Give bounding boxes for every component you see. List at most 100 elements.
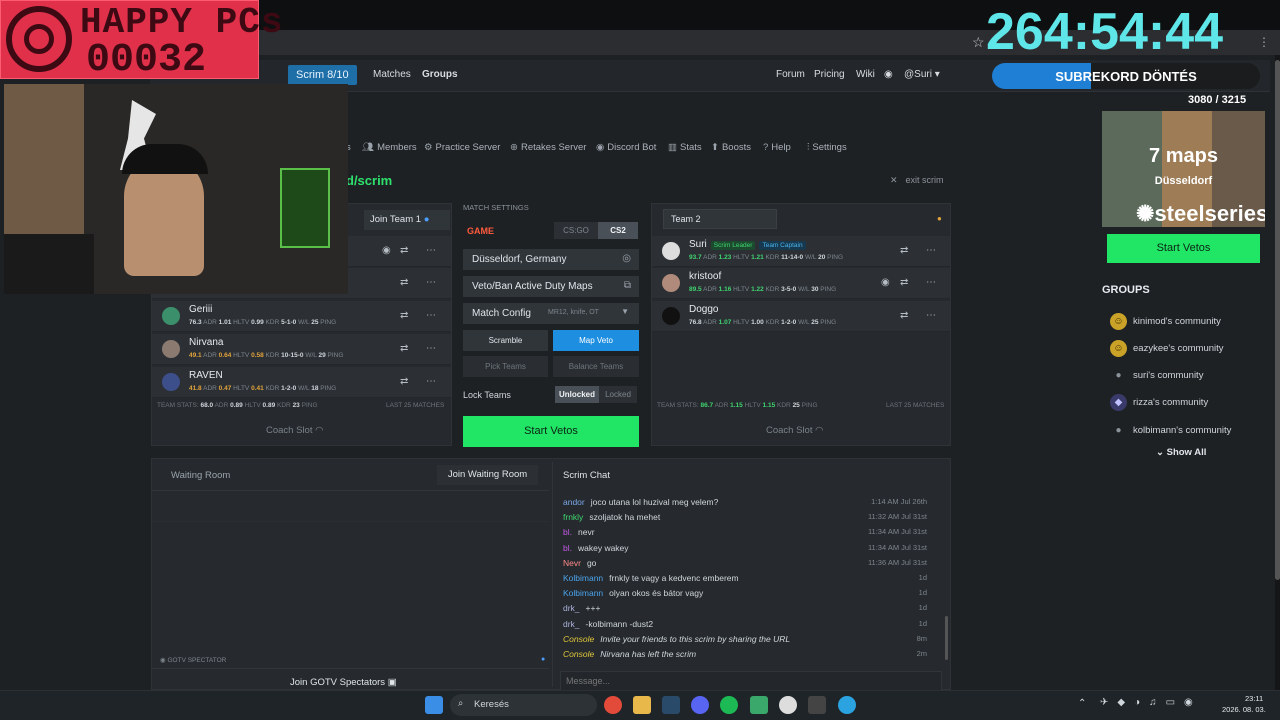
chat-username[interactable]: Nevr	[563, 558, 581, 568]
nav-pricing-link[interactable]: Pricing	[814, 69, 845, 80]
join-gotv-button[interactable]: Join GOTV Spectators ▣	[290, 677, 397, 688]
swap-icon[interactable]: ⇄	[400, 343, 408, 354]
spotify-icon[interactable]	[720, 696, 738, 714]
more-icon[interactable]: ⋯	[426, 310, 436, 321]
subnav-stats[interactable]: ▥ Stats	[668, 142, 702, 153]
chat-username[interactable]: andor	[563, 497, 585, 507]
nav-forum-link[interactable]: Forum	[776, 69, 805, 80]
nav-matches-link[interactable]: Matches	[373, 69, 411, 80]
locked-toggle[interactable]: Locked	[599, 386, 637, 403]
player-row[interactable]: Suri Scrim Leader Team Captain 93.7 ADR 1.…	[652, 236, 950, 267]
subnav-boosts[interactable]: ⬆ Boosts	[711, 142, 751, 153]
more-icon[interactable]: ⋯	[926, 245, 936, 256]
discord-taskbar-icon[interactable]	[691, 696, 709, 714]
chat-username[interactable]: Console	[563, 649, 594, 659]
chat-username[interactable]: bl.	[563, 527, 572, 537]
sponsor-banner[interactable]: 7 maps Düsseldorf ✺steelseries	[1102, 111, 1265, 227]
match-config-select[interactable]: Match Config MR12, knife, OT ▼	[463, 303, 639, 324]
player-name[interactable]: kristoof	[689, 271, 721, 282]
subnav-practice-server[interactable]: ⚙ Practice Server	[424, 142, 500, 153]
nav-scrim-button[interactable]: Scrim 8/10	[288, 65, 357, 85]
swap-icon[interactable]: ⇄	[900, 245, 908, 256]
steam-icon[interactable]	[662, 696, 680, 714]
team1-coach-slot[interactable]: Coach Slot ◠	[266, 425, 323, 436]
discord-icon[interactable]: ◉	[884, 69, 893, 80]
obs-icon[interactable]	[779, 696, 797, 714]
player-name[interactable]: RAVEN	[189, 370, 223, 381]
player-name[interactable]: Suri Scrim Leader Team Captain	[689, 239, 806, 250]
chat-username[interactable]: Console	[563, 634, 594, 644]
player-row[interactable]: Geriii 76.3 ADR 1.01 HLTV 0.99 KDR 5-1-0…	[152, 301, 451, 332]
chrome-icon[interactable]	[604, 696, 622, 714]
subnav-settings[interactable]: ⫶ Settings	[807, 142, 847, 153]
game-csgo-option[interactable]: CS:GO	[554, 222, 598, 239]
chat-username[interactable]: bl.	[563, 543, 572, 553]
windows-start-icon[interactable]	[425, 696, 443, 714]
scramble-button[interactable]: Scramble	[463, 330, 548, 351]
discord-icon[interactable]: ◉	[382, 245, 391, 256]
app-icon[interactable]	[808, 696, 826, 714]
player-row[interactable]: kristoof 89.5 ADR 1.16 HLTV 1.22 KDR 3-5…	[652, 268, 950, 299]
swap-icon[interactable]: ⇄	[400, 310, 408, 321]
notes-icon[interactable]	[750, 696, 768, 714]
chat-scrollbar-thumb[interactable]	[945, 616, 948, 660]
map-veto-button[interactable]: Map Veto	[553, 330, 639, 351]
subnav-retakes-server[interactable]: ⊕ Retakes Server	[510, 142, 586, 153]
tray-icons[interactable]: ✈◆◑♫▭◉	[1100, 697, 1202, 708]
player-name[interactable]: Doggo	[689, 304, 718, 315]
chat-username[interactable]: drk_	[563, 603, 580, 613]
swap-icon[interactable]: ⇄	[400, 376, 408, 387]
user-menu[interactable]: @Suri ▾	[904, 69, 940, 80]
player-name[interactable]: Nirvana	[189, 337, 223, 348]
team2-coach-slot[interactable]: Coach Slot ◠	[766, 425, 823, 436]
file-explorer-icon[interactable]	[633, 696, 651, 714]
join-team1-button[interactable]: Join Team 1 ●	[364, 210, 450, 230]
player-row[interactable]: RAVEN 41.8 ADR 0.47 HLTV 0.41 KDR 1-2-0 …	[152, 367, 451, 398]
start-vetos-button[interactable]: Start Vetos	[463, 416, 639, 447]
more-icon[interactable]: ⋯	[926, 310, 936, 321]
swap-icon[interactable]: ⇄	[400, 277, 408, 288]
more-icon[interactable]: ⋯	[426, 245, 436, 256]
show-all-button[interactable]: ⌄ Show All	[1156, 447, 1206, 458]
unlocked-toggle[interactable]: Unlocked	[555, 386, 599, 403]
chat-message-input[interactable]	[560, 671, 942, 691]
group-item[interactable]: ● kolbimann's community	[1110, 422, 1231, 439]
more-icon[interactable]: ⋯	[926, 277, 936, 288]
more-icon[interactable]: ⋯	[426, 277, 436, 288]
tray-chevron-up-icon[interactable]: ⌃	[1078, 698, 1086, 709]
game-cs2-option[interactable]: CS2	[598, 222, 638, 239]
balance-teams-button[interactable]: Balance Teams	[553, 356, 639, 377]
swap-icon[interactable]: ⇄	[900, 310, 908, 321]
chat-username[interactable]: drk_	[563, 619, 580, 629]
group-item[interactable]: ◆ rizza's community	[1110, 394, 1208, 411]
group-item[interactable]: ☺ eazykee's community	[1110, 340, 1224, 357]
player-name[interactable]: Geriii	[189, 304, 212, 315]
exit-scrim-button[interactable]: ✕ exit scrim	[890, 175, 944, 186]
subnav-help[interactable]: ? Help	[763, 142, 791, 153]
more-icon[interactable]: ⋯	[426, 343, 436, 354]
nav-groups-link[interactable]: Groups	[422, 69, 458, 80]
subnav-discord-bot[interactable]: ◉ Discord Bot	[596, 142, 656, 153]
taskbar-search[interactable]: ⌕ Keresés	[450, 694, 597, 716]
more-icon[interactable]: ⋯	[426, 376, 436, 387]
pick-teams-button[interactable]: Pick Teams	[463, 356, 548, 377]
team2-name-input[interactable]	[663, 209, 777, 229]
swap-icon[interactable]: ⇄	[900, 277, 908, 288]
server-location-select[interactable]: Düsseldorf, Germany ◎	[463, 249, 639, 270]
nav-wiki-link[interactable]: Wiki	[856, 69, 875, 80]
subnav-members[interactable]: 👥︎ Members	[362, 142, 417, 153]
chat-username[interactable]: frnkly	[563, 512, 583, 522]
player-row[interactable]: Nirvana 49.1 ADR 0.64 HLTV 0.58 KDR 10-1…	[152, 334, 451, 365]
discord-icon[interactable]: ◉	[881, 277, 890, 288]
extensions-icon[interactable]: ⋮	[1258, 35, 1270, 49]
group-item[interactable]: ● suri's community	[1110, 367, 1203, 384]
swap-icon[interactable]: ⇄	[400, 245, 408, 256]
scrollbar-thumb[interactable]	[1275, 60, 1280, 580]
group-item[interactable]: ☺ kinimod's community	[1110, 313, 1221, 330]
bookmark-star-icon[interactable]: ☆	[972, 34, 985, 51]
map-pool-select[interactable]: Veto/Ban Active Duty Maps ⧉	[463, 276, 639, 297]
telegram-icon[interactable]	[838, 696, 856, 714]
join-waiting-room-button[interactable]: Join Waiting Room	[437, 465, 538, 485]
player-row[interactable]: Doggo 76.8 ADR 1.07 HLTV 1.00 KDR 1-2-0 …	[652, 301, 950, 332]
chat-username[interactable]: Kolbimann	[563, 573, 603, 583]
